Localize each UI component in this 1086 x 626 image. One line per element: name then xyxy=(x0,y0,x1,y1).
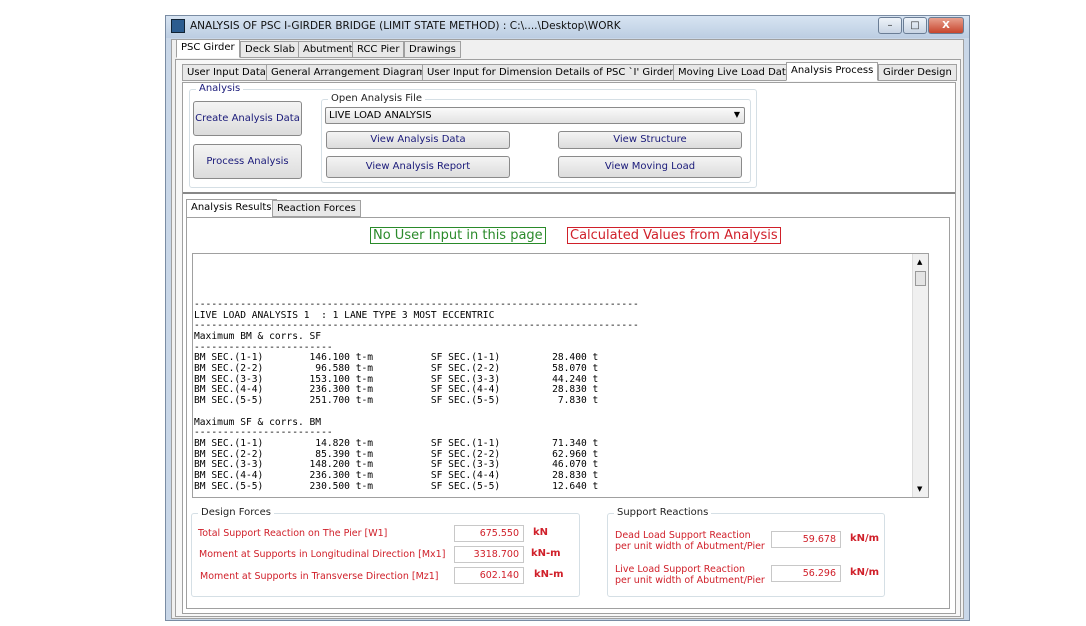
support-reaction-value: 56.296 xyxy=(771,565,841,582)
divider xyxy=(183,192,955,194)
design-force-value: 602.140 xyxy=(454,567,524,584)
open-analysis-file-group: Open Analysis File LIVE LOAD ANALYSIS ▼ … xyxy=(321,93,751,183)
support-reaction-unit: kN/m xyxy=(850,567,880,578)
no-user-input-notice: No User Input in this page xyxy=(370,227,546,244)
label-line: Live Load Support Reaction xyxy=(615,564,746,575)
tab-general-arrangement[interactable]: General Arrangement Diagram xyxy=(266,64,431,81)
maximize-button[interactable]: □ xyxy=(903,17,927,34)
tab-rcc-pier[interactable]: RCC Pier xyxy=(352,41,405,58)
process-analysis-button[interactable]: Process Analysis xyxy=(193,144,302,179)
tab-user-input-data[interactable]: User Input Data xyxy=(182,64,271,81)
psc-girder-panel: User Input Data General Arrangement Diag… xyxy=(175,59,961,617)
output-line: ----------------------------------------… xyxy=(194,298,639,310)
design-force-value: 675.550 xyxy=(454,525,524,542)
scrollbar-thumb[interactable] xyxy=(915,271,926,286)
output-line: BM SEC.(5-5) 230.500 t-m SF SEC.(5-5) 12… xyxy=(194,480,599,492)
app-window: ANALYSIS OF PSC I-GIRDER BRIDGE (LIMIT S… xyxy=(165,15,970,621)
support-reactions-group: Support Reactions Dead Load Support Reac… xyxy=(607,507,885,597)
open-analysis-file-title: Open Analysis File xyxy=(328,93,426,104)
scroll-up-icon[interactable]: ▲ xyxy=(917,258,922,266)
design-force-label: Total Support Reaction on The Pier [W1] xyxy=(198,528,388,539)
tab-analysis-process[interactable]: Analysis Process xyxy=(786,62,879,81)
design-force-unit: kN xyxy=(533,527,549,538)
tab-drawings[interactable]: Drawings xyxy=(404,41,461,58)
tab-deck-slab[interactable]: Deck Slab xyxy=(240,41,300,58)
tab-moving-live-load[interactable]: Moving Live Load Data xyxy=(673,64,797,81)
analysis-process-panel: Analysis Create Analysis Data Process An… xyxy=(182,82,956,614)
vertical-scrollbar[interactable]: ▲ ▼ xyxy=(912,254,928,497)
analysis-results-panel: No User Input in this page Calculated Va… xyxy=(186,217,950,609)
design-force-label: Moment at Supports in Transverse Directi… xyxy=(200,571,439,582)
support-reactions-title: Support Reactions xyxy=(614,507,712,518)
analysis-group-title: Analysis xyxy=(196,83,244,94)
tab-reaction-forces[interactable]: Reaction Forces xyxy=(272,200,361,217)
design-force-value: 3318.700 xyxy=(454,546,524,563)
calculated-values-notice: Calculated Values from Analysis xyxy=(567,227,781,244)
design-force-unit: kN-m xyxy=(534,569,564,580)
window-title: ANALYSIS OF PSC I-GIRDER BRIDGE (LIMIT S… xyxy=(190,20,621,32)
view-analysis-report-button[interactable]: View Analysis Report xyxy=(326,156,510,178)
label-line: per unit width of Abutment/Pier xyxy=(615,541,765,552)
support-reaction-label: Dead Load Support Reaction per unit width… xyxy=(615,530,765,552)
app-icon xyxy=(171,19,185,33)
scroll-down-icon[interactable]: ▼ xyxy=(917,485,922,493)
analysis-file-dropdown[interactable]: LIVE LOAD ANALYSIS ▼ xyxy=(325,107,745,124)
design-force-unit: kN-m xyxy=(531,548,561,559)
label-line: per unit width of Abutment/Pier xyxy=(615,575,765,586)
sub-tabs: User Input Data General Arrangement Diag… xyxy=(182,62,957,82)
analysis-output-textarea[interactable]: ----------------------------------------… xyxy=(192,253,929,498)
dropdown-value: LIVE LOAD ANALYSIS xyxy=(329,110,432,121)
client-area: PSC Girder Deck Slab Abutment RCC Pier D… xyxy=(171,39,964,619)
tab-abutment[interactable]: Abutment xyxy=(298,41,358,58)
title-bar: ANALYSIS OF PSC I-GIRDER BRIDGE (LIMIT S… xyxy=(166,16,969,38)
result-tabs: Analysis Results Reaction Forces xyxy=(186,199,386,218)
chevron-down-icon: ▼ xyxy=(733,110,740,119)
analysis-output-text: ----------------------------------------… xyxy=(194,257,639,492)
main-tabs: PSC Girder Deck Slab Abutment RCC Pier D… xyxy=(174,39,964,59)
close-button[interactable]: X xyxy=(928,17,964,34)
design-forces-title: Design Forces xyxy=(198,507,274,518)
analysis-group: Analysis Create Analysis Data Process An… xyxy=(189,83,757,188)
tab-analysis-results[interactable]: Analysis Results xyxy=(186,199,277,218)
create-analysis-data-button[interactable]: Create Analysis Data xyxy=(193,101,302,136)
tab-girder-design[interactable]: Girder Design xyxy=(878,64,957,81)
tab-psc-girder[interactable]: PSC Girder xyxy=(176,39,240,58)
label-line: Dead Load Support Reaction xyxy=(615,530,751,541)
view-moving-load-button[interactable]: View Moving Load xyxy=(558,156,742,178)
support-reaction-label: Live Load Support Reaction per unit width… xyxy=(615,564,765,586)
design-force-label: Moment at Supports in Longitudinal Direc… xyxy=(199,549,446,560)
support-reaction-unit: kN/m xyxy=(850,533,880,544)
design-forces-group: Design Forces Total Support Reaction on … xyxy=(191,507,580,597)
view-structure-button[interactable]: View Structure xyxy=(558,131,742,149)
output-line: BM SEC.(5-5) 251.700 t-m SF SEC.(5-5) 7.… xyxy=(194,395,599,407)
minimize-button[interactable]: – xyxy=(878,17,902,34)
tab-dimension-details[interactable]: User Input for Dimension Details of PSC … xyxy=(422,64,679,81)
support-reaction-value: 59.678 xyxy=(771,531,841,548)
view-analysis-data-button[interactable]: View Analysis Data xyxy=(326,131,510,149)
